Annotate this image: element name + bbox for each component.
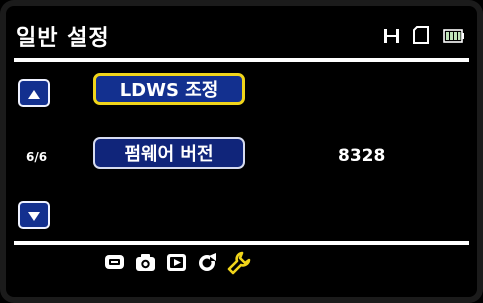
firmware-version-button[interactable]: 펌웨어 버전	[93, 137, 245, 169]
down-arrow-icon	[28, 206, 40, 225]
playback-icon	[166, 252, 187, 277]
footer-divider	[14, 241, 469, 245]
scroll-up-button[interactable]	[18, 79, 50, 107]
status-icons	[384, 26, 465, 48]
tab-sound[interactable]	[197, 252, 218, 277]
scroll-down-button[interactable]	[18, 201, 50, 229]
battery-icon	[443, 28, 465, 47]
mode-tabbar	[104, 251, 250, 277]
page-title: 일반 설정	[16, 26, 110, 51]
up-arrow-icon	[28, 84, 40, 103]
header: 일반 설정	[14, 14, 469, 54]
firmware-version-value: 8328	[338, 146, 386, 166]
menu-item-label: 펌웨어 버전	[124, 144, 214, 165]
page-indicator: 6/6	[26, 150, 48, 164]
tab-playback[interactable]	[166, 254, 187, 275]
tab-camera[interactable]	[135, 254, 156, 275]
menu-item-label: LDWS 조정	[119, 80, 219, 101]
film-icon	[384, 28, 399, 47]
header-divider	[14, 58, 469, 62]
wrench-icon	[227, 251, 251, 279]
camera-icon	[135, 252, 156, 277]
video-settings-icon	[104, 252, 125, 277]
sd-card-icon	[413, 26, 429, 48]
tab-settings[interactable]	[227, 251, 250, 275]
tab-video-settings[interactable]	[104, 254, 125, 275]
screen: 일반 설정 6/6 LDWS 조정 펌웨어 버전 8328	[0, 0, 483, 303]
sound-icon	[197, 252, 218, 277]
ldws-adjust-button[interactable]: LDWS 조정	[93, 73, 245, 105]
